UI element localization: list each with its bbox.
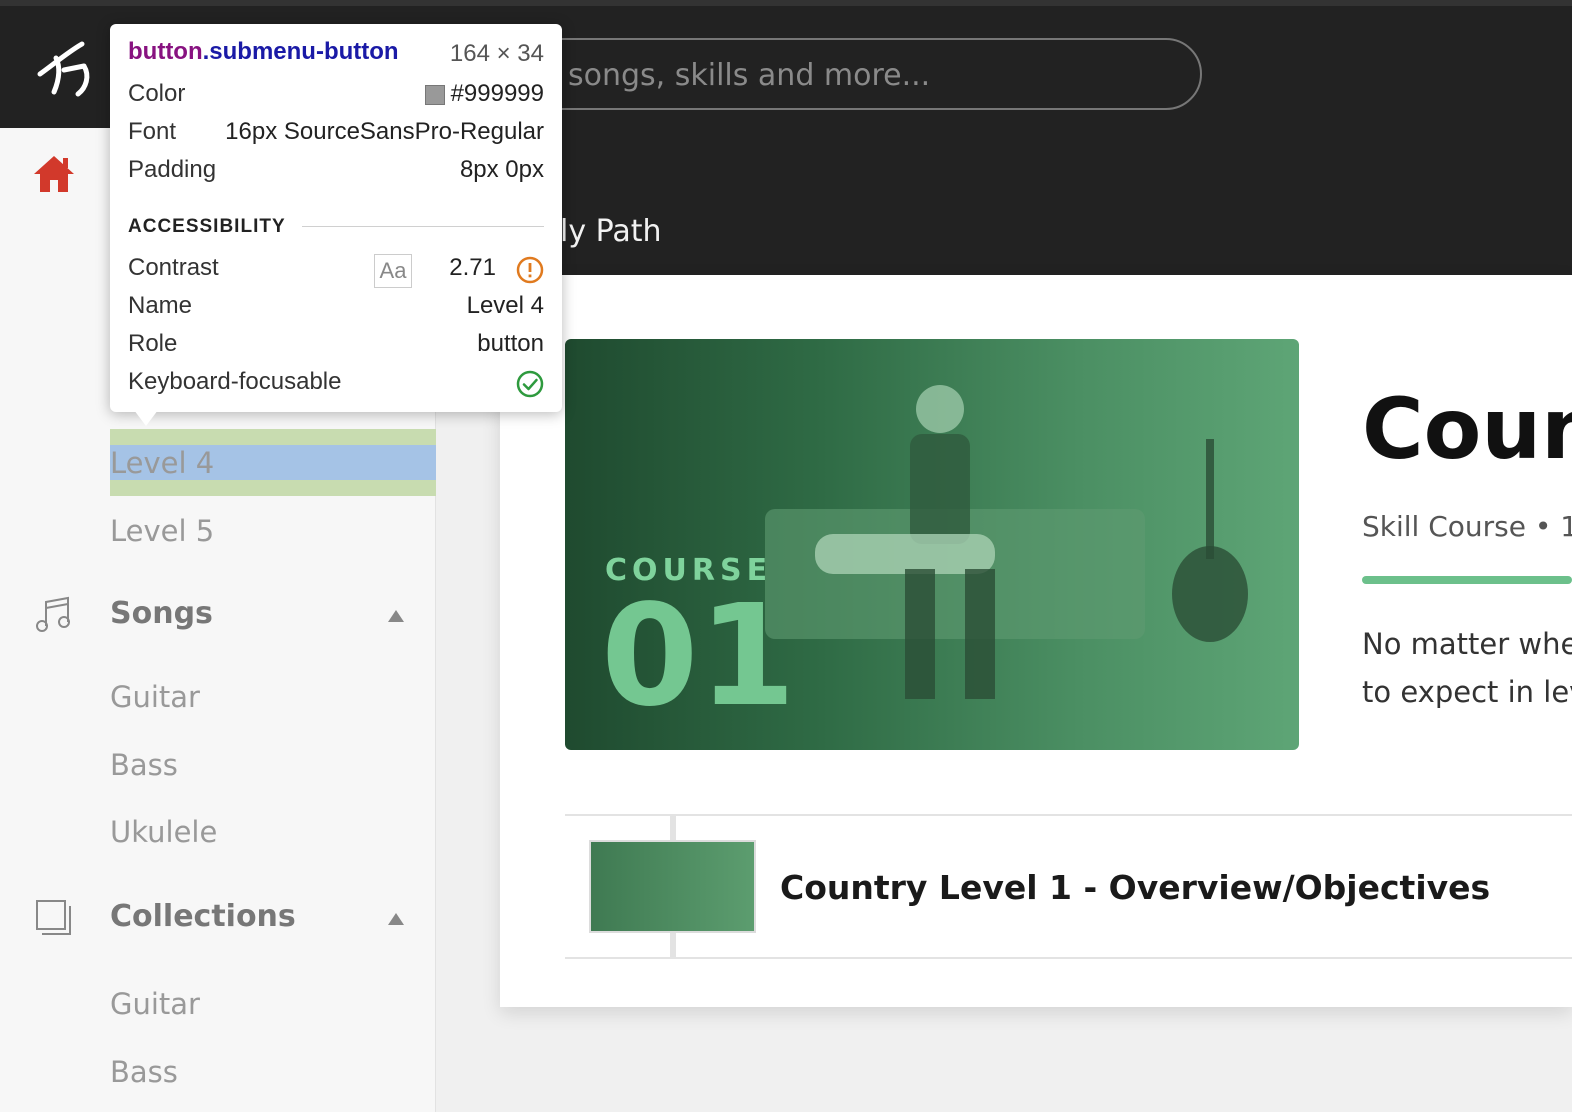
lesson-thumbnail[interactable] — [589, 840, 756, 933]
course-description-line: No matter wher — [1362, 627, 1572, 661]
inspector-color-value: #999999 — [450, 80, 544, 107]
section-divider — [302, 226, 544, 227]
color-swatch — [424, 84, 445, 105]
sidebar-item-songs-guitar[interactable]: Guitar — [110, 680, 200, 714]
sidebar-section-collections[interactable]: Collections — [110, 899, 296, 934]
search-input[interactable]: songs, skills and more... — [520, 38, 1202, 110]
breadcrumb-my-path[interactable]: ly Path — [560, 214, 662, 249]
sidebar-section-songs[interactable]: Songs — [110, 596, 213, 631]
music-note-icon — [36, 596, 70, 632]
sidebar-item-level-5[interactable]: Level 5 — [110, 514, 214, 548]
warning-icon — [516, 256, 544, 284]
inspector-name-value: Level 4 — [466, 292, 544, 319]
hero-course-number: 01 — [601, 575, 796, 738]
sidebar-item-songs-ukulele[interactable]: Ukulele — [110, 815, 217, 849]
inspector-element-name: button.submenu-button — [128, 38, 399, 66]
inspector-role-label: Role — [128, 330, 178, 357]
course-progress-bar — [1362, 576, 1572, 584]
inspector-color-label: Color — [128, 80, 186, 107]
collapse-caret-icon[interactable] — [388, 913, 404, 925]
inspector-tooltip: button.submenu-button 164 × 34 Color #99… — [110, 24, 562, 412]
inspector-contrast-value: 2.71 — [449, 254, 496, 281]
inspector-size: 164 × 34 — [449, 40, 544, 67]
sidebar-item-collections-guitar[interactable]: Guitar — [110, 987, 200, 1021]
inspector-tag: button — [128, 38, 203, 65]
course-description: No matter wher to expect in leve — [1362, 620, 1572, 716]
course-title: Count — [1362, 380, 1572, 478]
inspector-color-value-wrap: #999999 — [424, 80, 544, 108]
inspector-accessibility-heading: ACCESSIBILITY — [128, 216, 286, 237]
inspector-focus-label: Keyboard-focusable — [128, 368, 342, 395]
lesson-title[interactable]: Country Level 1 - Overview/Objectives — [780, 868, 1490, 907]
collapse-caret-icon[interactable] — [388, 610, 404, 622]
tooltip-arrow — [134, 410, 158, 426]
course-hero-image: COURSE 01 — [565, 339, 1299, 750]
course-description-line: to expect in leve — [1362, 675, 1572, 709]
inspector-padding-value: 8px 0px — [459, 156, 544, 183]
sidebar-item-songs-bass[interactable]: Bass — [110, 748, 178, 782]
search-placeholder: songs, skills and more... — [568, 58, 931, 93]
check-circle-icon — [516, 370, 544, 398]
inspector-font-label: Font — [128, 118, 177, 145]
inspector-class: .submenu-button — [202, 38, 399, 65]
contrast-badge: Aa — [374, 254, 412, 288]
inspector-contrast-label: Contrast — [128, 254, 219, 281]
page-header-band — [436, 128, 1572, 275]
inspector-name-label: Name — [128, 292, 193, 319]
course-meta: Skill Course • 1 / — [1362, 510, 1572, 543]
sidebar-item-level-4[interactable]: Level 4 — [110, 446, 214, 480]
inspector-role-value: button — [477, 330, 544, 357]
home-icon[interactable] — [32, 154, 76, 194]
inspector-padding-label: Padding — [128, 156, 217, 183]
sidebar-item-collections-bass[interactable]: Bass — [110, 1055, 178, 1089]
inspector-font-value: 16px SourceSansPro-Regular — [225, 118, 544, 145]
collections-icon — [36, 900, 71, 935]
